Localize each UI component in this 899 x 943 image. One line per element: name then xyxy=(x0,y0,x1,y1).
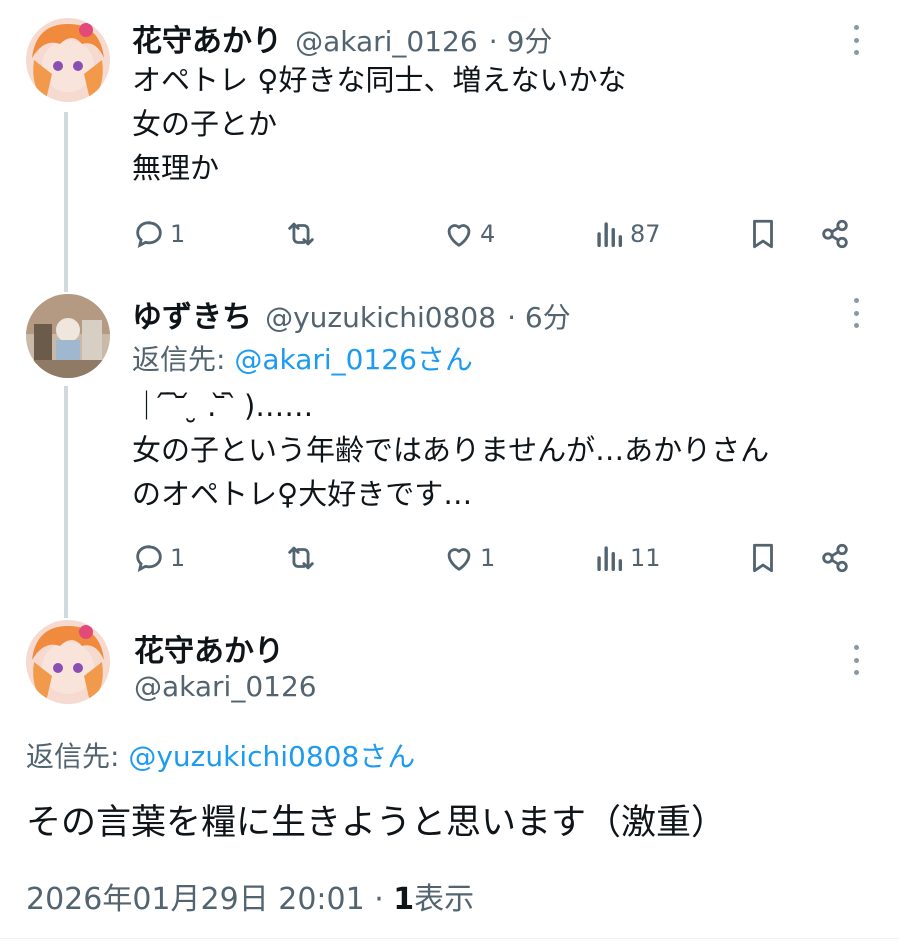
bottom-divider xyxy=(0,938,899,939)
main-tweet-text: その言葉を糧に生きようと思います（激重） xyxy=(26,803,727,843)
reply-icon xyxy=(136,545,162,573)
tweet-1-retweet-button[interactable] xyxy=(284,212,322,256)
tweet-2-views-count: 11 xyxy=(630,544,661,572)
tweet-1-reply-button[interactable]: 1 xyxy=(132,212,185,256)
views-chart-icon xyxy=(597,546,623,572)
tweet-2-header: ゆずきち @yuzukichi0808 · 6分 xyxy=(132,292,571,336)
tweet-1-author-name[interactable]: 花守あかり xyxy=(132,24,282,59)
main-tweet-reply-to: 返信先: @yuzukichi0808さん xyxy=(26,735,415,775)
main-tweet-reply-target-link[interactable]: @yuzukichi0808さん xyxy=(128,740,415,773)
tweet-1-handle[interactable]: @akari_0126 xyxy=(295,25,478,58)
tweet-2-bookmark-button[interactable] xyxy=(746,536,780,580)
tweet-1-header: 花守あかり @akari_0126 · 9分 xyxy=(132,16,552,60)
tweet-2-like-count: 1 xyxy=(480,544,496,572)
bookmark-icon xyxy=(753,219,773,249)
main-tweet-meta: 2026年01月29日 20:01 · 1表示 xyxy=(26,874,474,918)
tweet-2-reply-label: 返信先: xyxy=(132,343,235,376)
heart-icon xyxy=(447,224,471,247)
main-tweet-timestamp[interactable]: 2026年01月29日 20:01 · xyxy=(26,882,393,917)
reply-icon xyxy=(136,221,162,249)
tweet-1-views-count: 87 xyxy=(630,220,661,248)
main-tweet-more-icon[interactable] xyxy=(846,645,866,675)
main-tweet-author-name[interactable]: 花守あかり xyxy=(134,626,284,670)
tweet-2-reply-count: 1 xyxy=(170,544,186,572)
main-tweet-handle[interactable]: @akari_0126 xyxy=(134,670,317,703)
main-tweet-reply-label: 返信先: xyxy=(26,740,129,773)
bookmark-icon xyxy=(753,543,773,573)
tweet-2-handle[interactable]: @yuzukichi0808 xyxy=(265,301,496,334)
avatar-yuzukichi[interactable] xyxy=(26,294,110,378)
share-icon xyxy=(822,543,848,573)
tweet-1-like-count: 4 xyxy=(480,220,496,248)
thread-line-1 xyxy=(64,112,68,292)
tweet-1-views-button[interactable]: 87 xyxy=(592,212,661,256)
tweet-2-author-name[interactable]: ゆずきち xyxy=(132,300,252,335)
tweet-2-retweet-button[interactable] xyxy=(284,536,322,580)
thread-line-2 xyxy=(64,386,68,618)
tweet-1-actions: 1 4 87 xyxy=(132,212,862,256)
tweet-2-views-button[interactable]: 11 xyxy=(592,536,661,580)
tweet-1-bookmark-button[interactable] xyxy=(746,212,780,256)
retweet-icon xyxy=(288,546,314,570)
tweet-2-text: ｜ ᷇ ᷆ ᷄ ̮ . ᷅ ᷆ )…… 女の子という年齢ではありませんが…あかり… xyxy=(132,389,770,511)
tweet-1-text: オペトレ ♀好きな同士、増えないかな 女の子とか 無理か xyxy=(132,63,627,185)
retweet-icon xyxy=(288,222,314,246)
tweet-1-share-button[interactable] xyxy=(818,212,852,256)
tweet-1-more-icon[interactable] xyxy=(846,25,866,55)
main-tweet-views-count: 1 xyxy=(393,882,415,917)
heart-icon xyxy=(447,548,471,571)
main-tweet-views-label: 表示 xyxy=(414,882,475,917)
tweet-2-like-button[interactable]: 1 xyxy=(442,536,495,580)
tweet-2-reply-to: 返信先: @akari_0126さん xyxy=(132,338,473,378)
tweet-2-time[interactable]: · 6分 xyxy=(507,301,571,334)
tweet-2-reply-button[interactable]: 1 xyxy=(132,536,185,580)
tweet-2-more-icon[interactable] xyxy=(846,298,866,328)
tweet-2-share-button[interactable] xyxy=(818,536,852,580)
tweet-2-actions: 1 1 11 xyxy=(132,536,862,580)
tweet-1-like-button[interactable]: 4 xyxy=(442,212,495,256)
avatar-akari-1[interactable] xyxy=(26,18,110,102)
avatar-akari-main[interactable] xyxy=(26,620,110,704)
tweet-1-time[interactable]: · 9分 xyxy=(489,25,553,58)
tweet-1-reply-count: 1 xyxy=(170,220,186,248)
tweet-2-reply-target-link[interactable]: @akari_0126さん xyxy=(234,343,473,376)
views-chart-icon xyxy=(597,222,623,248)
share-icon xyxy=(822,219,848,249)
